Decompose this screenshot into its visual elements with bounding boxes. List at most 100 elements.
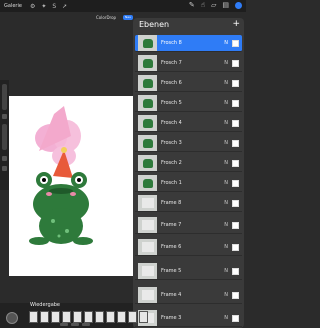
visibility-checkbox[interactable]: [232, 99, 239, 107]
brush-icon[interactable]: ✎: [189, 1, 195, 9]
brush-size-slider[interactable]: [2, 84, 7, 110]
new-layer-pill[interactable]: Neu: [123, 15, 133, 20]
frame-thumb[interactable]: [106, 311, 115, 323]
visibility-checkbox[interactable]: [232, 243, 239, 251]
visibility-checkbox[interactable]: [232, 314, 239, 322]
blend-mode[interactable]: N: [224, 160, 228, 166]
playback-label[interactable]: Wiedergabe: [30, 302, 60, 308]
add-layer-button[interactable]: +: [232, 19, 240, 29]
frame-thumb[interactable]: [51, 311, 60, 323]
color-swatch[interactable]: [235, 1, 242, 9]
selection-icon[interactable]: S: [52, 3, 56, 10]
layer-name: Frosch 5: [161, 100, 182, 106]
visibility-checkbox[interactable]: [232, 179, 239, 187]
frame-thumb[interactable]: [139, 311, 148, 323]
visibility-checkbox[interactable]: [232, 59, 239, 67]
layer-thumbnail: [138, 115, 157, 131]
visibility-checkbox[interactable]: [232, 139, 239, 147]
visibility-checkbox[interactable]: [232, 39, 239, 47]
visibility-checkbox[interactable]: [232, 199, 239, 207]
visibility-checkbox[interactable]: [232, 119, 239, 127]
layer-name: Frame 8: [161, 200, 182, 206]
layer-thumbnail: [138, 287, 157, 303]
layer-name: Frosch 6: [161, 80, 182, 86]
layer-row[interactable]: Frosch 6 N: [135, 75, 242, 92]
modify-button[interactable]: [2, 114, 7, 119]
blend-mode[interactable]: N: [224, 200, 228, 206]
frame-thumb[interactable]: [84, 311, 93, 323]
right-tools: ✎ ☝ ▱ ▤: [189, 1, 242, 9]
layer-thumbnail: [138, 239, 157, 255]
layers-icon[interactable]: ▤: [222, 1, 229, 9]
layer-row[interactable]: Frame 8 N: [135, 195, 242, 212]
frame-thumb[interactable]: [73, 311, 82, 323]
visibility-checkbox[interactable]: [232, 291, 239, 299]
blend-mode[interactable]: N: [224, 140, 228, 146]
visibility-checkbox[interactable]: [232, 267, 239, 275]
visibility-checkbox[interactable]: [232, 79, 239, 87]
magic-wand-icon[interactable]: ✦: [41, 3, 46, 10]
layer-thumbnail: [138, 263, 157, 279]
blend-mode[interactable]: N: [224, 244, 228, 250]
layers-panel: Ebenen + Frosch 8 N Frosch 7 N Frosch 6 …: [133, 18, 244, 328]
frog-illustration: [29, 106, 93, 245]
smudge-icon[interactable]: ☝: [201, 1, 205, 9]
frame-strip: [29, 311, 148, 323]
layer-thumbnail: [138, 95, 157, 111]
layer-row[interactable]: Frosch 3 N: [135, 135, 242, 152]
frame-thumb[interactable]: [29, 311, 38, 323]
blend-mode[interactable]: N: [224, 268, 228, 274]
blend-mode[interactable]: N: [224, 40, 228, 46]
layer-row[interactable]: Frosch 1 N: [135, 175, 242, 192]
opacity-slider[interactable]: [2, 124, 7, 150]
visibility-checkbox[interactable]: [232, 159, 239, 167]
transform-icon[interactable]: ➚: [62, 3, 67, 10]
layer-thumbnail: [138, 135, 157, 151]
layer-row[interactable]: Frame 3 N: [135, 310, 242, 327]
play-icon[interactable]: [60, 323, 68, 326]
blend-mode[interactable]: N: [224, 120, 228, 126]
layer-name: Frame 4: [161, 292, 182, 298]
settings-icon[interactable]: [71, 323, 79, 326]
layer-name: Frame 3: [161, 315, 182, 321]
layer-name: Frame 5: [161, 268, 182, 274]
layer-row[interactable]: Frame 6 N: [135, 239, 242, 256]
blend-mode[interactable]: N: [224, 180, 228, 186]
visibility-checkbox[interactable]: [232, 221, 239, 229]
frame-thumb[interactable]: [40, 311, 49, 323]
layer-name: Frosch 2: [161, 160, 182, 166]
frame-thumb[interactable]: [117, 311, 126, 323]
blend-mode[interactable]: N: [224, 292, 228, 298]
layer-row[interactable]: Frosch 5 N: [135, 95, 242, 112]
eraser-icon[interactable]: ▱: [211, 1, 216, 9]
wrench-icon[interactable]: ⚙: [30, 3, 35, 10]
frame-thumb[interactable]: [128, 311, 137, 323]
tool-icons: ⚙ ✦ S ➚: [30, 3, 67, 10]
redo-icon[interactable]: [2, 166, 7, 171]
layer-row[interactable]: Frame 5 N: [135, 263, 242, 280]
layer-row[interactable]: Frosch 7 N: [135, 55, 242, 72]
blend-mode[interactable]: N: [224, 80, 228, 86]
layer-row[interactable]: Frame 4 N: [135, 287, 242, 304]
blend-mode[interactable]: N: [224, 222, 228, 228]
layer-name: Frame 6: [161, 244, 182, 250]
layer-row[interactable]: Frosch 4 N: [135, 115, 242, 132]
layer-thumbnail: [138, 75, 157, 91]
gallery-button[interactable]: Galerie: [4, 3, 22, 9]
layer-row[interactable]: Frame 7 N: [135, 217, 242, 234]
layer-thumbnail: [138, 175, 157, 191]
frame-thumb[interactable]: [95, 311, 104, 323]
drawing-canvas[interactable]: [9, 96, 134, 276]
layers-title: Ebenen: [139, 20, 170, 29]
layer-row[interactable]: Frosch 2 N: [135, 155, 242, 172]
blend-mode[interactable]: N: [224, 100, 228, 106]
brush-size-indicator[interactable]: [6, 312, 18, 324]
left-sidebar: [0, 80, 9, 190]
frame-thumb[interactable]: [62, 311, 71, 323]
undo-icon[interactable]: [2, 156, 7, 161]
add-frame-icon[interactable]: [82, 323, 90, 326]
layer-thumbnail: [138, 155, 157, 171]
blend-mode[interactable]: N: [224, 315, 228, 321]
layer-row[interactable]: Frosch 8 N: [135, 35, 242, 52]
blend-mode[interactable]: N: [224, 60, 228, 66]
